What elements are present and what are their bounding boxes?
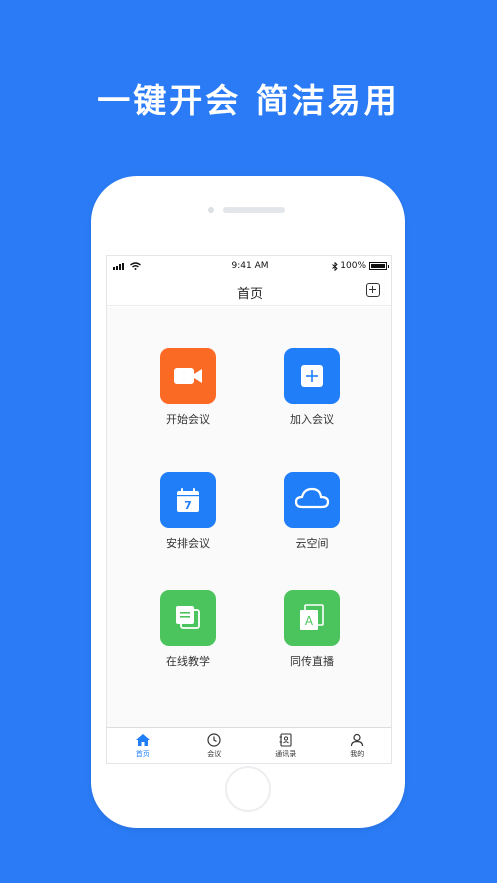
bluetooth-icon xyxy=(332,261,338,271)
tile-label: 同传直播 xyxy=(290,655,334,668)
document-stack-icon xyxy=(160,590,216,646)
simultaneous-broadcast-button[interactable]: A 同传直播 xyxy=(262,590,362,669)
front-camera xyxy=(208,207,214,213)
tab-me[interactable]: 我的 xyxy=(322,728,392,763)
tab-label: 通讯录 xyxy=(275,750,297,758)
online-teaching-button[interactable]: 在线教学 xyxy=(138,590,238,669)
bottom-tab-bar: 首页 会议 通讯录 我的 xyxy=(107,727,392,763)
tab-home[interactable]: 首页 xyxy=(107,728,179,763)
tile-label: 安排会议 xyxy=(166,537,210,550)
join-meeting-button[interactable]: 加入会议 xyxy=(262,348,362,427)
clock-icon xyxy=(207,733,221,747)
earpiece-speaker xyxy=(223,207,285,213)
tab-label: 我的 xyxy=(350,750,365,758)
home-grid: 开始会议 加入会议 7 安排会议 云空间 在线教学 A 同传直播 xyxy=(107,307,391,727)
promo-headline: 一键开会 简洁易用 xyxy=(97,81,400,120)
add-icon[interactable] xyxy=(366,283,380,297)
tile-label: 加入会议 xyxy=(290,413,334,426)
cloud-space-button[interactable]: 云空间 xyxy=(262,472,362,551)
nav-bar: 首页 xyxy=(107,276,391,306)
calendar-icon: 7 xyxy=(160,472,216,528)
status-bar: 9:41 AM 100% xyxy=(107,256,391,276)
start-meeting-button[interactable]: 开始会议 xyxy=(138,348,238,427)
cloud-icon xyxy=(284,472,340,528)
tile-label: 在线教学 xyxy=(166,655,210,668)
tab-label: 会议 xyxy=(207,750,222,758)
tab-label: 首页 xyxy=(135,750,150,758)
letter-badge: A xyxy=(305,614,314,628)
tile-label: 开始会议 xyxy=(166,413,210,426)
contacts-icon xyxy=(279,733,292,747)
home-button[interactable] xyxy=(225,766,271,812)
battery-icon xyxy=(369,262,389,270)
video-camera-icon xyxy=(160,348,216,404)
tile-label: 云空间 xyxy=(295,537,329,550)
phone-frame: 9:41 AM 100% 首页 开始会议 加入会议 7 安排会议 云空间 在线教… xyxy=(91,176,405,828)
letter-a-icon: A xyxy=(284,590,340,646)
calendar-badge: 7 xyxy=(184,499,192,512)
person-icon xyxy=(351,733,364,747)
page-title: 首页 xyxy=(236,287,263,302)
battery-percent: 100% xyxy=(340,261,366,271)
app-screen: 9:41 AM 100% 首页 开始会议 加入会议 7 安排会议 云空间 在线教… xyxy=(106,255,392,764)
plus-square-icon xyxy=(284,348,340,404)
tab-contacts[interactable]: 通讯录 xyxy=(250,728,322,763)
home-icon xyxy=(135,734,150,746)
schedule-meeting-button[interactable]: 7 安排会议 xyxy=(138,472,238,551)
tab-meetings[interactable]: 会议 xyxy=(179,728,251,763)
